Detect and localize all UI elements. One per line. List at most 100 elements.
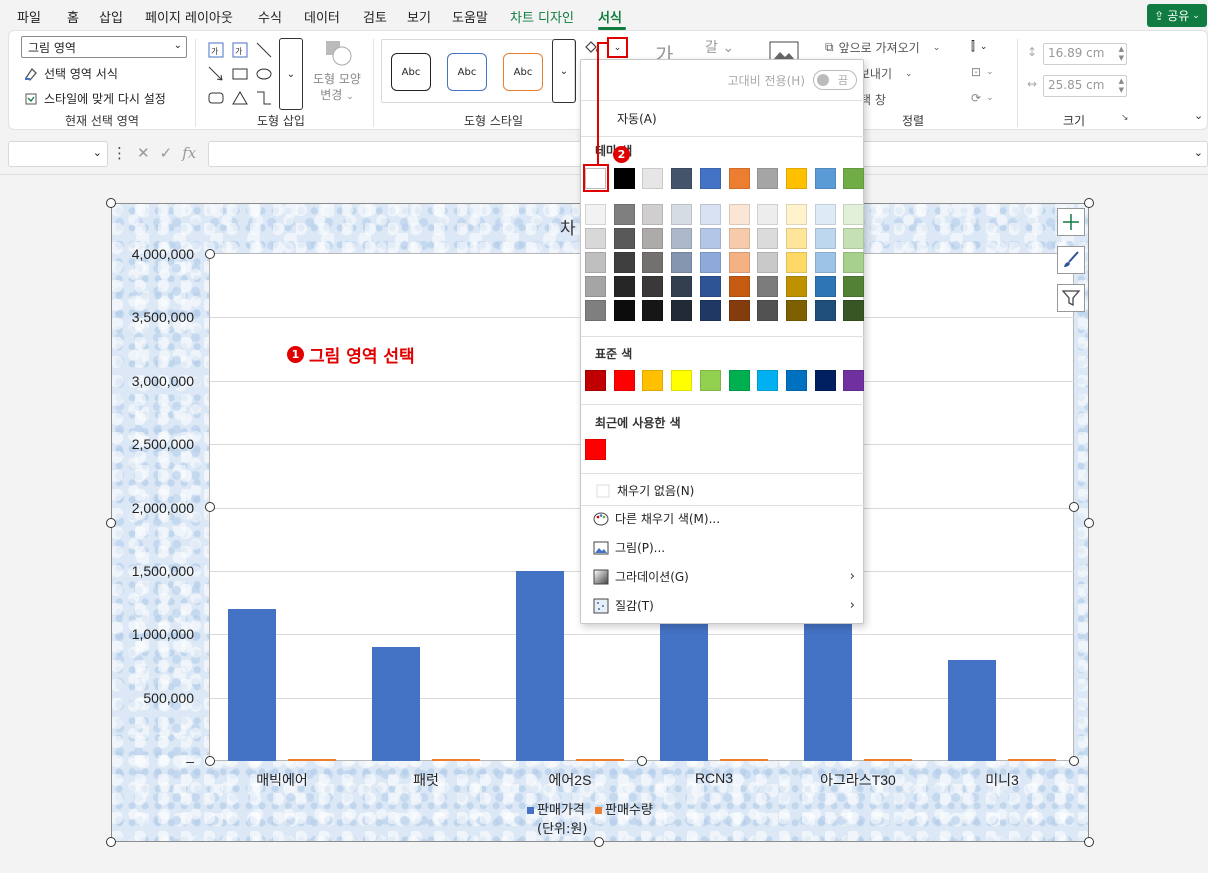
theme-color-swatch[interactable] — [728, 168, 750, 189]
theme-shade-swatch[interactable] — [728, 252, 750, 273]
shape-fill-dropdown-button[interactable]: ⌄ — [607, 37, 628, 58]
theme-shade-swatch[interactable] — [613, 204, 635, 225]
theme-shade-swatch[interactable] — [843, 204, 865, 225]
tab-insert[interactable]: 삽입 — [99, 7, 123, 26]
share-button[interactable]: ⇪ 공유 ⌄ — [1147, 4, 1207, 27]
theme-shade-swatch[interactable] — [585, 276, 606, 297]
shape-width-input[interactable]: 25.85 cm ▲ ▼ — [1043, 75, 1127, 97]
chart-elements-button[interactable] — [1057, 208, 1085, 236]
theme-shade-swatch[interactable] — [728, 276, 750, 297]
collapse-ribbon-icon[interactable]: ⌄ — [1194, 109, 1203, 122]
tab-data[interactable]: 데이터 — [304, 7, 340, 26]
elbow-connector-shape-icon[interactable] — [255, 89, 273, 107]
textbox-shape-icon[interactable]: 가 — [207, 41, 225, 59]
vertical-textbox-shape-icon[interactable]: 가 — [231, 41, 249, 59]
theme-shade-swatch[interactable] — [585, 204, 606, 225]
chart-area-handle[interactable] — [1084, 198, 1094, 208]
tab-format[interactable]: 서식 — [598, 7, 622, 26]
theme-color-swatch[interactable] — [757, 168, 779, 189]
tab-formulas[interactable]: 수식 — [258, 7, 282, 26]
theme-shade-swatch[interactable] — [671, 300, 693, 321]
theme-shade-swatch[interactable] — [699, 276, 721, 297]
theme-color-swatch[interactable] — [814, 168, 836, 189]
high-contrast-toggle[interactable]: 끔 — [813, 70, 857, 90]
chart-title[interactable]: 차 — [560, 214, 576, 239]
rectangle-shape-icon[interactable] — [231, 65, 249, 83]
theme-shade-swatch[interactable] — [843, 228, 865, 249]
group-objects-button[interactable]: ⊡ ⌄ — [971, 65, 994, 79]
theme-shade-swatch[interactable] — [728, 204, 750, 225]
bar-quantity[interactable] — [720, 759, 768, 761]
theme-shade-swatch[interactable] — [613, 276, 635, 297]
theme-shade-swatch[interactable] — [757, 300, 779, 321]
theme-shade-swatch[interactable] — [585, 228, 606, 249]
theme-shade-swatch[interactable] — [814, 300, 836, 321]
theme-shade-swatch[interactable] — [699, 204, 721, 225]
chevron-down-icon[interactable]: ⌄ — [1194, 146, 1203, 159]
tab-view[interactable]: 보기 — [407, 7, 431, 26]
theme-shade-swatch[interactable] — [642, 228, 664, 249]
theme-shade-swatch[interactable] — [671, 204, 693, 225]
bar-quantity[interactable] — [288, 759, 336, 761]
standard-color-swatch[interactable] — [785, 370, 807, 391]
chart-filters-button[interactable] — [1057, 284, 1085, 312]
theme-shade-swatch[interactable] — [757, 252, 779, 273]
theme-shade-swatch[interactable] — [699, 300, 721, 321]
align-button[interactable]: ⫿ ⌄ — [971, 39, 987, 54]
size-dialog-launcher-icon[interactable]: ↘ — [1121, 113, 1129, 123]
standard-color-swatch[interactable] — [585, 370, 606, 391]
plot-area-handle[interactable] — [1069, 756, 1079, 766]
theme-shade-swatch[interactable] — [814, 276, 836, 297]
theme-shade-swatch[interactable] — [642, 300, 664, 321]
plot-area-handle[interactable] — [1069, 502, 1079, 512]
theme-shade-swatch[interactable] — [814, 252, 836, 273]
theme-shade-swatch[interactable] — [728, 228, 750, 249]
theme-shade-swatch[interactable] — [785, 204, 807, 225]
theme-shade-swatch[interactable] — [585, 252, 606, 273]
theme-shade-swatch[interactable] — [843, 276, 865, 297]
name-box[interactable]: ⌄ — [8, 141, 108, 167]
standard-color-swatch[interactable] — [671, 370, 693, 391]
bar-price[interactable] — [948, 660, 996, 761]
chart-area-handle[interactable] — [594, 837, 604, 847]
chart-area-handle[interactable] — [1084, 837, 1094, 847]
spinner-icon[interactable]: ▲ ▼ — [1119, 45, 1124, 63]
plot-area-handle[interactable] — [205, 502, 215, 512]
theme-shade-swatch[interactable] — [671, 276, 693, 297]
standard-color-swatch[interactable] — [613, 370, 635, 391]
theme-shade-swatch[interactable] — [613, 252, 635, 273]
theme-shade-swatch[interactable] — [728, 300, 750, 321]
rotate-button[interactable]: ⟳ ⌄ — [971, 91, 994, 105]
change-shape-button[interactable]: 도형 모양 변경 ⌄ — [309, 39, 365, 105]
theme-shade-swatch[interactable] — [843, 300, 865, 321]
standard-color-swatch[interactable] — [814, 370, 836, 391]
bar-quantity[interactable] — [576, 759, 624, 761]
theme-shade-swatch[interactable] — [613, 228, 635, 249]
arrow-shape-icon[interactable] — [207, 65, 225, 83]
theme-color-swatch[interactable] — [785, 168, 807, 189]
standard-color-swatch[interactable] — [728, 370, 750, 391]
bar-quantity[interactable] — [432, 759, 480, 761]
cancel-icon[interactable]: ✕ — [137, 144, 150, 162]
bar-quantity[interactable] — [1008, 759, 1056, 761]
plot-area-handle[interactable] — [205, 756, 215, 766]
chart-area-handle[interactable] — [106, 198, 116, 208]
theme-shade-swatch[interactable] — [814, 228, 836, 249]
tab-review[interactable]: 검토 — [363, 7, 387, 26]
theme-shade-swatch[interactable] — [642, 252, 664, 273]
theme-shade-swatch[interactable] — [843, 252, 865, 273]
theme-shade-swatch[interactable] — [757, 276, 779, 297]
oval-shape-icon[interactable] — [255, 65, 273, 83]
insert-function-icon[interactable]: fx — [182, 144, 196, 162]
tab-help[interactable]: 도움말 — [452, 7, 488, 26]
bar-price[interactable] — [228, 609, 276, 761]
theme-shade-swatch[interactable] — [785, 300, 807, 321]
theme-shade-swatch[interactable] — [757, 204, 779, 225]
theme-shade-swatch[interactable] — [814, 204, 836, 225]
reset-style-button[interactable]: 스타일에 맞게 다시 설정 — [23, 90, 166, 107]
shape-style-sample-1[interactable]: Abc — [391, 53, 431, 91]
no-fill-option[interactable]: 채우기 없음(N) — [581, 482, 865, 499]
bar-price[interactable] — [372, 647, 420, 761]
theme-shade-swatch[interactable] — [785, 252, 807, 273]
recent-color-swatch[interactable] — [585, 439, 606, 460]
